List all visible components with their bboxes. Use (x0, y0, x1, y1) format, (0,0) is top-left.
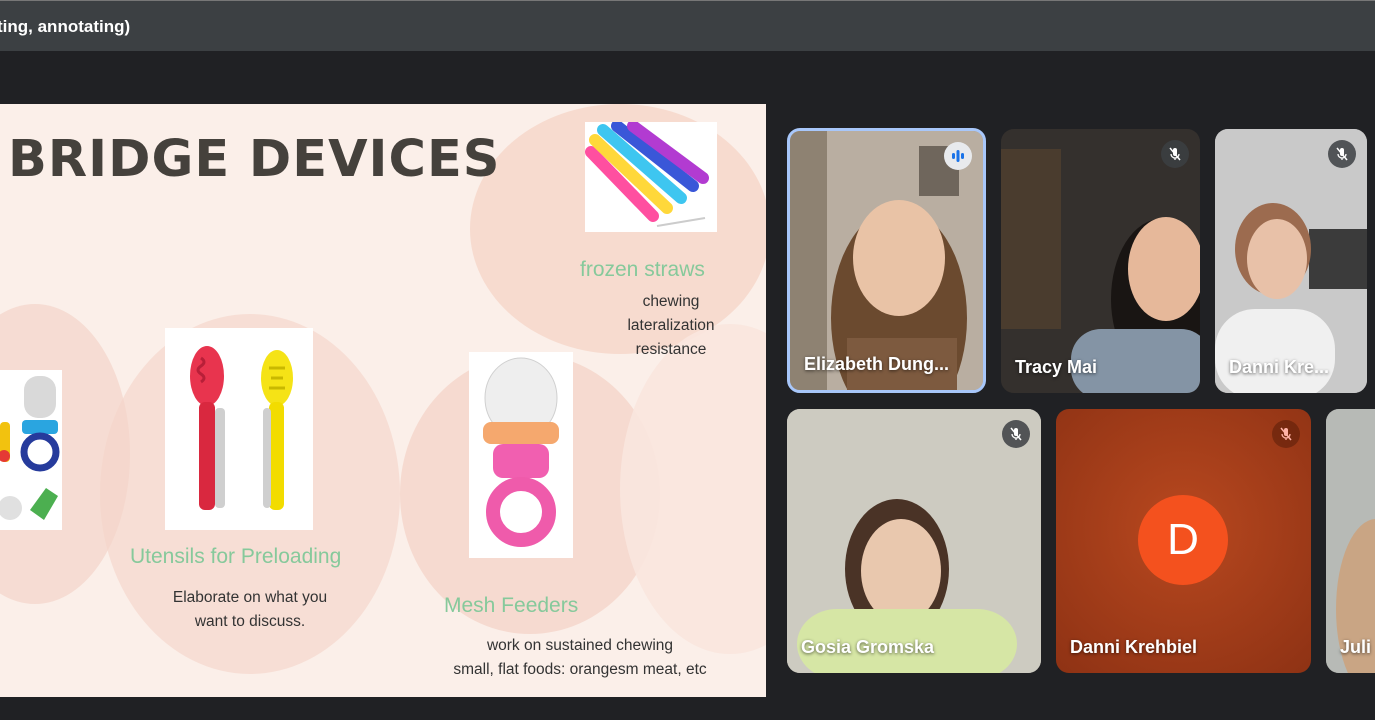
window-title-bar: ting, annotating) (0, 0, 1375, 51)
speaking-icon (952, 150, 964, 162)
mic-off-icon (1336, 147, 1348, 161)
presentation-slide: BRIDGE DEVICES frozen straws chewing lat… (0, 104, 766, 697)
frozen-straws-image (585, 120, 717, 232)
mic-off-icon (1010, 427, 1022, 441)
participant-tile[interactable]: Juli (1326, 409, 1375, 673)
mic-off-icon (1169, 147, 1181, 161)
utensils-image (165, 328, 313, 530)
window-title: ting, annotating) (0, 17, 131, 36)
teethers-image (0, 370, 62, 530)
participant-name: Danni Kre... (1229, 357, 1330, 377)
mesh-feeders-line: small, flat foods: orangesm meat, etc (453, 661, 707, 678)
mic-status (1161, 140, 1189, 168)
mesh-feeder-image (469, 352, 573, 558)
participant-name: Elizabeth Dung... (804, 354, 950, 374)
participant-tile[interactable]: Tracy Mai (1001, 129, 1200, 393)
participant-name: Tracy Mai (1015, 357, 1098, 377)
utensils-heading: Utensils for Preloading (130, 545, 342, 568)
utensils-line: want to discuss. (194, 613, 306, 630)
frozen-straws-heading: frozen straws (580, 258, 705, 281)
participant-tile[interactable]: D Danni Krehbiel (1056, 409, 1311, 673)
frozen-straws-line: lateralization (627, 317, 715, 334)
mic-status (1272, 420, 1300, 448)
avatar: D (1138, 495, 1228, 585)
watercolor-wash (620, 324, 766, 654)
utensils-line: Elaborate on what you (172, 589, 328, 606)
mic-status (1002, 420, 1030, 448)
participant-tile[interactable]: Danni Kre... (1215, 129, 1367, 393)
participant-name: Gosia Gromska (801, 637, 935, 657)
participant-tile[interactable]: Elizabeth Dung... (787, 128, 986, 393)
mesh-feeders-line: work on sustained chewing (486, 637, 674, 654)
frozen-straws-line: chewing (642, 293, 700, 310)
participant-name: Danni Krehbiel (1070, 637, 1198, 657)
mic-off-icon (1280, 427, 1292, 441)
mesh-feeders-heading: Mesh Feeders (444, 594, 579, 617)
participant-tile[interactable]: Gosia Gromska (787, 409, 1041, 673)
mic-status (1328, 140, 1356, 168)
speaking-indicator (944, 142, 972, 170)
frozen-straws-line: resistance (635, 341, 707, 358)
slide-title: BRIDGE DEVICES (8, 130, 501, 189)
participant-name: Juli (1340, 637, 1372, 657)
